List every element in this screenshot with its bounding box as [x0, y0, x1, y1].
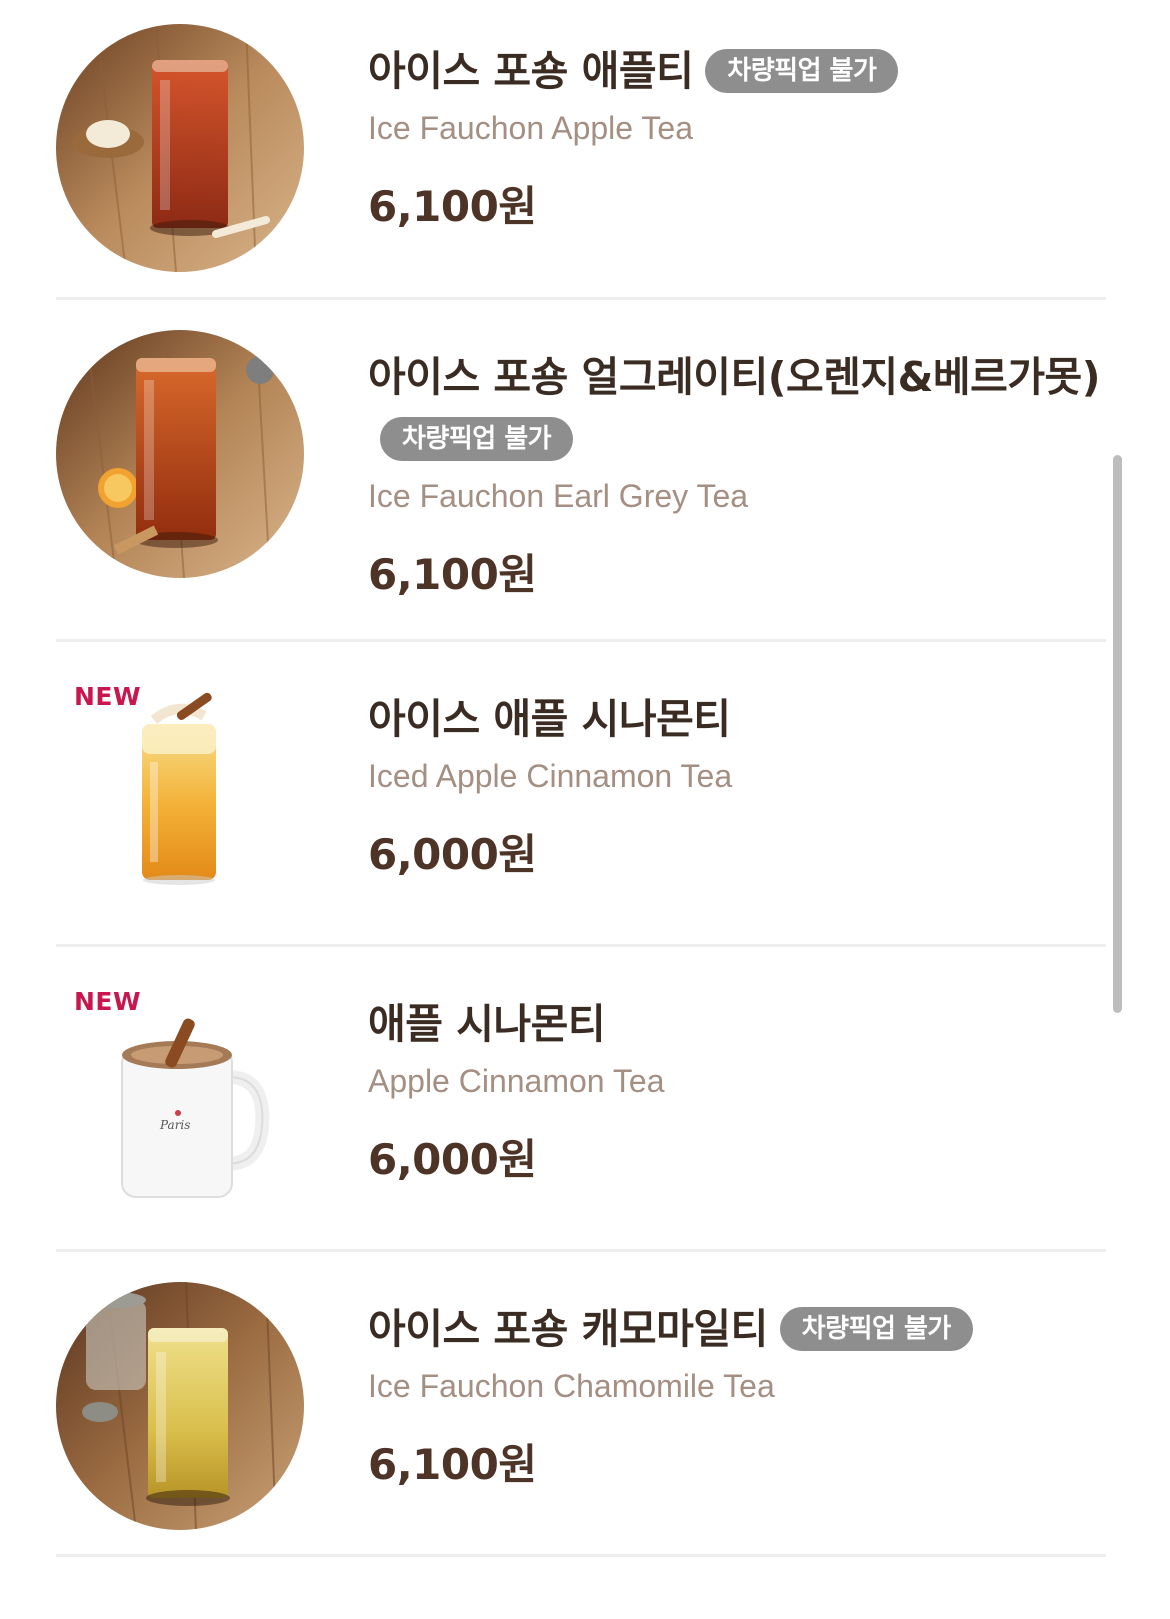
item-english-name: Iced Apple Cinnamon Tea — [368, 758, 733, 794]
iced-earl-grey-tea-image — [56, 330, 304, 578]
iced-apple-tea-image — [56, 24, 304, 272]
pickup-unavailable-badge: 차량픽업 불가 — [779, 1307, 973, 1351]
scrollbar[interactable] — [1113, 455, 1122, 1013]
item-price: 6,000원 — [368, 1135, 537, 1184]
item-name: 애플 시나몬티 — [368, 1000, 606, 1048]
menu-item[interactable]: NEW Paris 애플 시나몬티 Apple Cinnamon Tea 6,0… — [56, 947, 1106, 1252]
item-price: 6,100원 — [368, 550, 537, 599]
iced-chamomile-tea-image — [56, 1282, 304, 1530]
item-price: 6,100원 — [368, 1440, 537, 1489]
item-name: 아이스 포숑 얼그레이티(오렌지&베르가못)차량픽업 불가 — [368, 346, 1106, 470]
item-english-name: Ice Fauchon Chamomile Tea — [368, 1368, 775, 1404]
item-price: 6,100원 — [368, 182, 537, 231]
item-english-name: Apple Cinnamon Tea — [368, 1063, 665, 1099]
menu-item[interactable]: 아이스 포숑 캐모마일티 차량픽업 불가 Ice Fauchon Chamomil… — [56, 1252, 1106, 1557]
menu-list: 아이스 포숑 애플티 차량픽업 불가 Ice Fauchon Apple Tea … — [0, 0, 1170, 1619]
pickup-unavailable-badge: 차량픽업 불가 — [380, 417, 574, 461]
iced-apple-cinnamon-tea-image — [56, 672, 304, 920]
menu-item[interactable]: 아이스 포숑 얼그레이티(오렌지&베르가못)차량픽업 불가 Ice Faucho… — [56, 300, 1106, 642]
menu-item[interactable]: 아이스 포숑 애플티 차량픽업 불가 Ice Fauchon Apple Tea … — [56, 0, 1106, 300]
hot-apple-cinnamon-tea-mug-image: Paris — [56, 977, 304, 1225]
item-english-name: Ice Fauchon Earl Grey Tea — [368, 478, 749, 514]
item-name: 아이스 애플 시나몬티 — [368, 695, 731, 743]
item-price: 6,000원 — [368, 830, 537, 879]
item-english-name: Ice Fauchon Apple Tea — [368, 110, 693, 146]
item-name: 아이스 포숑 애플티 차량픽업 불가 — [368, 40, 1106, 102]
svg-text:Paris: Paris — [159, 1118, 190, 1132]
pickup-unavailable-badge: 차량픽업 불가 — [705, 49, 899, 93]
menu-item[interactable]: NEW 아이스 애플 시나몬티 Iced Apple Cinnamon Tea … — [56, 642, 1106, 947]
item-name: 아이스 포숑 캐모마일티 차량픽업 불가 — [368, 1298, 1106, 1360]
